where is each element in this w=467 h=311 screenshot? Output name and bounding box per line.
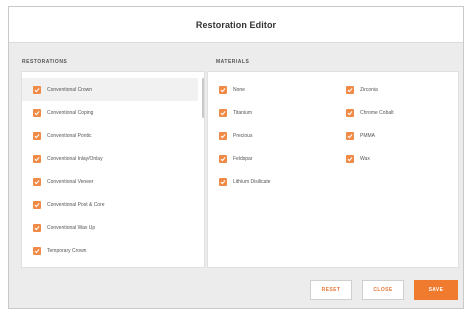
checkbox[interactable] bbox=[219, 108, 227, 117]
check-icon bbox=[34, 248, 40, 253]
material-label: Wax bbox=[360, 155, 370, 162]
check-icon bbox=[34, 87, 40, 92]
restoration-item[interactable]: Conventional Wax Up bbox=[22, 216, 198, 239]
check-icon bbox=[34, 156, 40, 161]
material-item[interactable]: Zirconia bbox=[346, 78, 378, 101]
material-label: Chrome Cobalt bbox=[360, 109, 394, 116]
check-icon bbox=[220, 87, 226, 92]
material-label: Precious bbox=[233, 132, 253, 139]
checkbox[interactable] bbox=[219, 131, 227, 140]
restoration-label: Conventional Veneer bbox=[47, 178, 94, 185]
checkbox[interactable] bbox=[33, 177, 41, 186]
material-label: None bbox=[233, 86, 245, 93]
checkbox[interactable] bbox=[33, 200, 41, 209]
check-icon bbox=[347, 110, 353, 115]
material-label: Lithium Disilicate bbox=[233, 178, 271, 185]
checkbox[interactable] bbox=[346, 85, 354, 94]
check-icon bbox=[347, 133, 353, 138]
check-icon bbox=[347, 87, 353, 92]
material-label: Feldspar bbox=[233, 155, 253, 162]
checkbox[interactable] bbox=[346, 131, 354, 140]
restoration-item[interactable]: Conventional Crown bbox=[22, 78, 198, 101]
check-icon bbox=[34, 225, 40, 230]
checkbox[interactable] bbox=[219, 85, 227, 94]
checkbox[interactable] bbox=[346, 108, 354, 117]
dialog-header: Restoration Editor bbox=[9, 7, 463, 43]
check-icon bbox=[34, 133, 40, 138]
close-button[interactable]: CLOSE bbox=[362, 280, 404, 300]
restoration-label: Conventional Inlay/Onlay bbox=[47, 155, 103, 162]
checkbox[interactable] bbox=[33, 223, 41, 232]
restorations-header: RESTORATIONS bbox=[22, 59, 68, 65]
check-icon bbox=[34, 202, 40, 207]
material-item[interactable]: Lithium Disilicate bbox=[219, 170, 271, 193]
material-label: PMMA bbox=[360, 132, 375, 139]
checkbox[interactable] bbox=[33, 108, 41, 117]
restoration-label: Conventional Post & Core bbox=[47, 201, 105, 208]
checkbox[interactable] bbox=[219, 177, 227, 186]
restoration-label: Conventional Wax Up bbox=[47, 224, 96, 231]
checkbox[interactable] bbox=[33, 154, 41, 163]
check-icon bbox=[220, 110, 226, 115]
checkbox[interactable] bbox=[33, 246, 41, 255]
restoration-label: Conventional Pontic bbox=[47, 132, 92, 139]
save-button[interactable]: SAVE bbox=[414, 280, 458, 300]
material-label: Titanium bbox=[233, 109, 252, 116]
checkbox[interactable] bbox=[33, 85, 41, 94]
check-icon bbox=[347, 156, 353, 161]
check-icon bbox=[220, 156, 226, 161]
restorations-list: Conventional Crown Conventional Coping C… bbox=[22, 78, 198, 262]
material-item[interactable]: None bbox=[219, 78, 245, 101]
restoration-label: Temporary Crown bbox=[47, 247, 87, 254]
restorations-panel: Conventional Crown Conventional Coping C… bbox=[21, 71, 205, 268]
checkbox[interactable] bbox=[33, 131, 41, 140]
materials-panel: None Zirconia Titanium Chrome Cobalt Pre… bbox=[207, 71, 459, 268]
restoration-label: Conventional Crown bbox=[47, 86, 93, 93]
material-label: Zirconia bbox=[360, 86, 378, 93]
dialog-title: Restoration Editor bbox=[195, 19, 277, 30]
check-icon bbox=[220, 179, 226, 184]
material-item[interactable]: Titanium bbox=[219, 101, 252, 124]
material-item[interactable]: Chrome Cobalt bbox=[346, 101, 394, 124]
restoration-editor-dialog: Restoration Editor RESTORATIONS MATERIAL… bbox=[8, 6, 464, 309]
material-item[interactable]: Precious bbox=[219, 124, 252, 147]
restoration-item[interactable]: Conventional Coping bbox=[22, 101, 198, 124]
restoration-item[interactable]: Temporary Crown bbox=[22, 239, 198, 262]
material-item[interactable]: Wax bbox=[346, 147, 370, 170]
checkbox[interactable] bbox=[346, 154, 354, 163]
check-icon bbox=[34, 179, 40, 184]
reset-button[interactable]: RESET bbox=[310, 280, 352, 300]
checkbox[interactable] bbox=[219, 154, 227, 163]
restoration-label: Conventional Coping bbox=[47, 109, 94, 116]
material-item[interactable]: Feldspar bbox=[219, 147, 252, 170]
restoration-item[interactable]: Conventional Pontic bbox=[22, 124, 198, 147]
material-item[interactable]: PMMA bbox=[346, 124, 375, 147]
restoration-item[interactable]: Conventional Inlay/Onlay bbox=[22, 147, 198, 170]
materials-header: MATERIALS bbox=[216, 59, 250, 65]
check-icon bbox=[220, 133, 226, 138]
scrollbar[interactable] bbox=[202, 78, 204, 118]
restoration-item[interactable]: Conventional Veneer bbox=[22, 170, 198, 193]
check-icon bbox=[34, 110, 40, 115]
restoration-item[interactable]: Conventional Post & Core bbox=[22, 193, 198, 216]
